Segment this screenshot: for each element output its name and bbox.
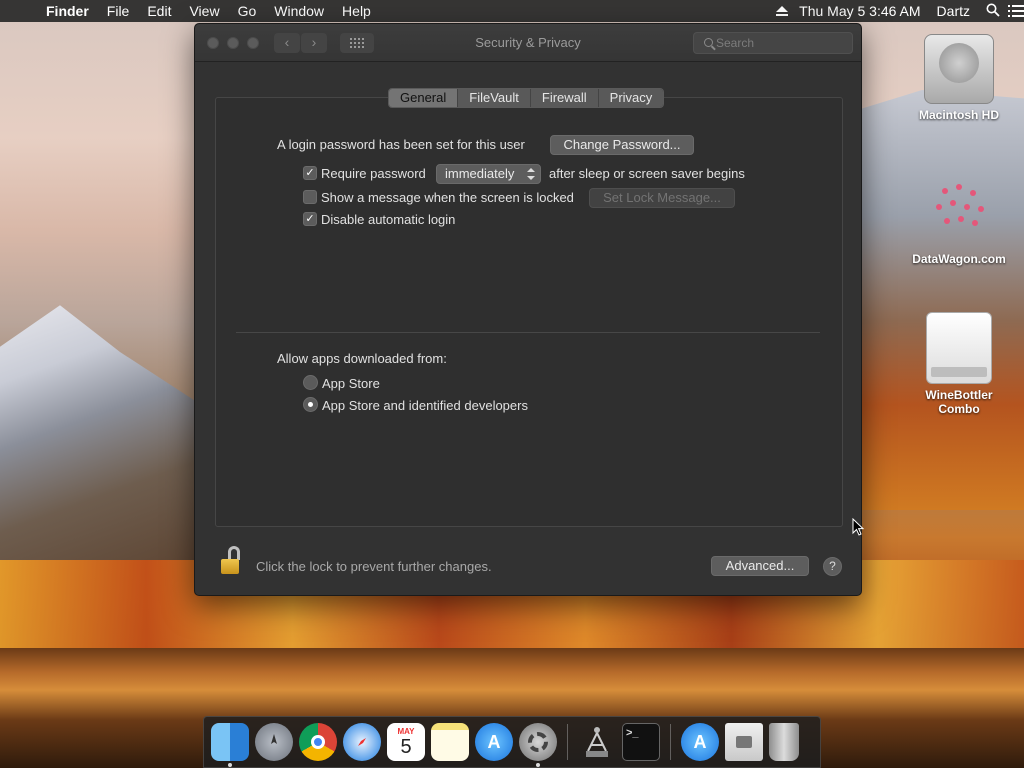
require-password-select-value: immediately: [445, 166, 515, 181]
menu-help[interactable]: Help: [333, 3, 380, 19]
tab-privacy[interactable]: Privacy: [598, 89, 664, 107]
dock-launchpad-icon[interactable]: [255, 723, 293, 761]
dock-directory-utility-icon[interactable]: [578, 723, 616, 761]
menu-window[interactable]: Window: [265, 3, 333, 19]
desktop-icon-label: Macintosh HD: [918, 108, 999, 122]
require-password-select[interactable]: immediately: [436, 164, 541, 184]
search-input[interactable]: Search: [693, 32, 853, 54]
show-message-checkbox[interactable]: [303, 190, 317, 204]
advanced-button[interactable]: Advanced...: [711, 556, 809, 576]
tab-bar: General FileVault Firewall Privacy: [388, 88, 665, 108]
dock-separator: [567, 724, 568, 760]
desktop-icon-label: WineBottler Combo: [925, 388, 993, 416]
radio-app-store[interactable]: [303, 375, 318, 390]
menu-bar: Finder File Edit View Go Window Help Thu…: [0, 0, 1024, 22]
dock: MAY 5 A >_ A: [203, 716, 821, 768]
show-message-label: Show a message when the screen is locked: [321, 190, 574, 205]
menu-edit[interactable]: Edit: [138, 3, 180, 19]
dock-calendar-icon[interactable]: MAY 5: [387, 723, 425, 761]
dock-terminal-icon[interactable]: >_: [622, 723, 660, 761]
dock-finder-icon[interactable]: [211, 723, 249, 767]
desktop-icon-label: DataWagon.com: [912, 252, 1006, 266]
dock-trash-icon[interactable]: [769, 723, 799, 761]
tab-firewall[interactable]: Firewall: [530, 89, 599, 107]
desktop-mountain-left: [0, 305, 200, 560]
dock-chrome-icon[interactable]: [299, 723, 337, 761]
tab-general[interactable]: General: [389, 89, 459, 107]
help-button[interactable]: ?: [823, 557, 842, 576]
allow-apps-heading: Allow apps downloaded from:: [277, 351, 447, 366]
desktop-icon-macintosh-hd[interactable]: Macintosh HD: [904, 34, 1014, 122]
calendar-month: MAY: [397, 726, 415, 736]
menu-app-finder[interactable]: Finder: [40, 3, 98, 19]
change-password-button[interactable]: Change Password...: [550, 135, 694, 155]
radio-app-store-label: App Store: [322, 376, 380, 391]
window-titlebar[interactable]: ‹ › Security & Privacy Search: [195, 24, 861, 62]
dock-system-preferences-icon[interactable]: [519, 723, 557, 767]
menu-view[interactable]: View: [180, 3, 228, 19]
section-divider: [236, 332, 820, 333]
notification-center-icon[interactable]: [1008, 5, 1024, 17]
web-location-icon: [924, 178, 994, 248]
dock-preview-icon[interactable]: [725, 723, 763, 761]
tab-filevault[interactable]: FileVault: [458, 89, 531, 107]
menu-file[interactable]: File: [98, 3, 139, 19]
dock-notes-icon[interactable]: [431, 723, 469, 761]
disk-image-icon: [926, 312, 992, 384]
select-arrows-icon: [527, 168, 535, 180]
calendar-day: 5: [400, 735, 412, 758]
require-password-suffix: after sleep or screen saver begins: [549, 166, 745, 181]
unlocked-padlock-icon[interactable]: [221, 546, 241, 574]
security-privacy-window: ‹ › Security & Privacy Search General Fi…: [194, 23, 862, 596]
general-pane: [215, 97, 843, 527]
disable-auto-login-checkbox[interactable]: ✓: [303, 212, 317, 226]
menubar-clock[interactable]: Thu May 5 3:46 AM: [791, 3, 928, 19]
disable-auto-login-label: Disable automatic login: [321, 212, 456, 227]
require-password-label: Require password: [321, 166, 426, 181]
set-lock-message-button[interactable]: Set Lock Message...: [589, 188, 735, 208]
dock-safari-icon[interactable]: [343, 723, 381, 761]
desktop-mountain-right: [854, 90, 1024, 510]
login-password-text: A login password has been set for this u…: [277, 137, 525, 152]
dock-app-store-download-icon[interactable]: A: [681, 723, 719, 761]
mouse-pointer-icon: [852, 518, 864, 536]
menu-go[interactable]: Go: [229, 3, 266, 19]
search-icon: [704, 38, 713, 47]
lock-hint-text: Click the lock to prevent further change…: [256, 559, 492, 574]
desktop-icon-datawagon[interactable]: DataWagon.com: [904, 178, 1014, 266]
menubar-user[interactable]: Dartz: [929, 3, 978, 19]
spotlight-search-icon[interactable]: [978, 3, 1008, 20]
dock-separator: [670, 724, 671, 760]
radio-app-store-identified[interactable]: [303, 397, 318, 412]
require-password-checkbox[interactable]: ✓: [303, 166, 317, 180]
dock-app-store-icon[interactable]: A: [475, 723, 513, 761]
eject-icon[interactable]: [775, 6, 791, 16]
radio-app-store-identified-label: App Store and identified developers: [322, 398, 528, 413]
desktop-icon-winebottler[interactable]: WineBottler Combo: [904, 312, 1014, 416]
hard-drive-icon: [924, 34, 994, 104]
